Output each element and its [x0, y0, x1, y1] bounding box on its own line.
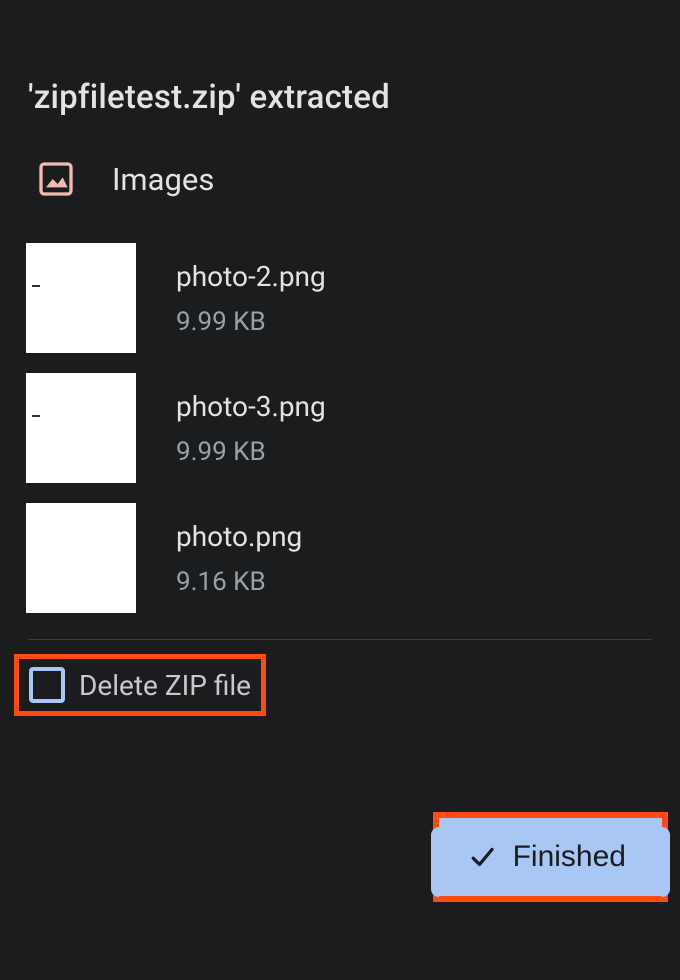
- finished-button-wrap: Finished: [433, 812, 668, 902]
- file-name: photo.png: [176, 520, 302, 553]
- list-item[interactable]: photo-3.png 9.99 KB: [0, 373, 680, 503]
- file-name: photo-2.png: [176, 260, 326, 293]
- file-info: photo-2.png 9.99 KB: [176, 260, 326, 337]
- file-name: photo-3.png: [176, 390, 326, 423]
- list-item[interactable]: photo-2.png 9.99 KB: [0, 243, 680, 373]
- file-size: 9.99 KB: [176, 437, 326, 467]
- file-thumbnail: [26, 503, 136, 613]
- finished-button[interactable]: Finished: [439, 818, 662, 896]
- file-info: photo-3.png 9.99 KB: [176, 390, 326, 467]
- page-title: 'zipfiletest.zip' extracted: [0, 0, 680, 117]
- file-size: 9.99 KB: [176, 307, 326, 337]
- delete-zip-label: Delete ZIP file: [79, 669, 251, 702]
- file-info: photo.png 9.16 KB: [176, 520, 302, 597]
- delete-zip-option[interactable]: Delete ZIP file: [14, 654, 266, 716]
- section-label: Images: [112, 161, 214, 198]
- divider: [28, 639, 652, 640]
- list-item[interactable]: photo.png 9.16 KB: [0, 503, 680, 633]
- checkbox-icon[interactable]: [29, 667, 65, 703]
- file-size: 9.16 KB: [176, 567, 302, 597]
- file-thumbnail: [26, 373, 136, 483]
- file-thumbnail: [26, 243, 136, 353]
- file-list: photo-2.png 9.99 KB photo-3.png 9.99 KB …: [0, 219, 680, 633]
- dialog-root: 'zipfiletest.zip' extracted Images photo…: [0, 0, 680, 716]
- finished-button-label: Finished: [513, 840, 626, 874]
- check-icon: [467, 842, 497, 872]
- section-header: Images: [0, 117, 680, 219]
- image-icon: [36, 159, 76, 199]
